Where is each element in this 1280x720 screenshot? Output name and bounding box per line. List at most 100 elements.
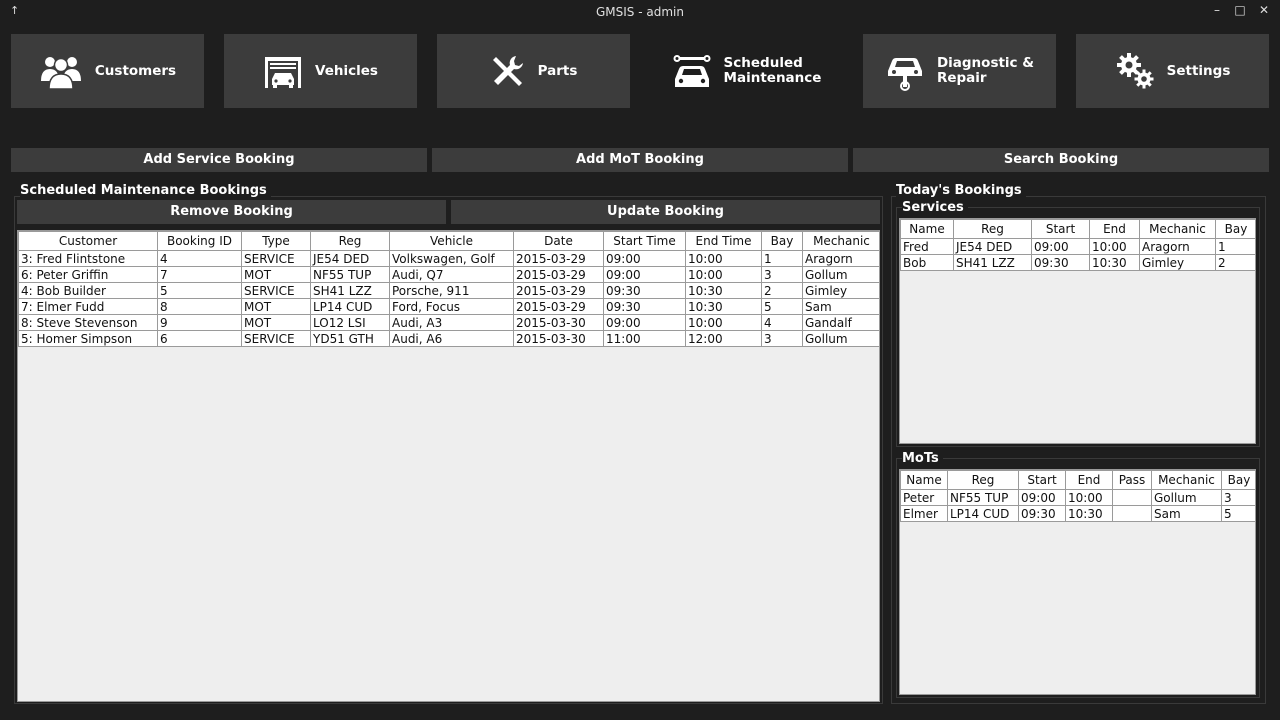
table-cell: Sam — [802, 298, 879, 315]
mots-table[interactable]: Name Reg Start End Pass Mechanic Bay Peter NF55… — [899, 469, 1256, 695]
table-cell: 2015-03-30 — [513, 330, 604, 347]
column-header[interactable]: Reg — [947, 470, 1019, 490]
nav-diagnostic-repair-button[interactable]: Diagnostic & Repair — [863, 34, 1056, 108]
nav-scheduled-maintenance-button[interactable]: Scheduled Maintenance — [650, 34, 843, 108]
column-header[interactable]: Reg — [953, 219, 1032, 239]
table-cell: Audi, Q7 — [389, 266, 514, 283]
table-cell: 7 — [157, 266, 242, 283]
table-cell: LO12 LSI — [310, 314, 390, 331]
column-header[interactable]: Mechanic — [802, 231, 879, 251]
table-row[interactable]: 7: Elmer Fudd 8 MOT LP14 CUD Ford, Focus 2015… — [18, 298, 879, 315]
table-cell: MOT — [241, 298, 311, 315]
bookings-table[interactable]: Customer Booking ID Type Reg Vehicle Date Star… — [17, 230, 880, 702]
table-cell: 5 — [1221, 505, 1255, 522]
update-booking-button[interactable]: Update Booking — [451, 200, 880, 224]
column-header[interactable]: Bay — [1215, 219, 1255, 239]
remove-booking-button[interactable]: Remove Booking — [17, 200, 446, 224]
table-cell: Gollum — [802, 266, 879, 283]
table-row[interactable]: Elmer LP14 CUD 09:30 10:30 Sam 5 — [900, 505, 1255, 522]
table-cell: 5: Homer Simpson — [18, 330, 158, 347]
column-header[interactable]: Start — [1018, 470, 1066, 490]
column-header[interactable]: Date — [513, 231, 604, 251]
column-header[interactable]: End — [1065, 470, 1113, 490]
table-row[interactable]: 6: Peter Griffin 7 MOT NF55 TUP Audi, Q7 2015… — [18, 266, 879, 283]
table-cell: Volkswagen, Golf — [389, 250, 514, 267]
table-cell: 10:00 — [1065, 489, 1113, 506]
column-header[interactable]: Booking ID — [157, 231, 242, 251]
column-header[interactable]: Customer — [18, 231, 158, 251]
table-cell: 09:00 — [1018, 489, 1066, 506]
table-cell: 10:30 — [1089, 254, 1140, 271]
column-header[interactable]: Name — [900, 470, 948, 490]
table-row[interactable]: 5: Homer Simpson 6 SERVICE YD51 GTH Audi, A6… — [18, 330, 879, 347]
table-cell: 10:00 — [685, 266, 762, 283]
table-cell: 6 — [157, 330, 242, 347]
nav-vehicles-button[interactable]: Vehicles — [224, 34, 417, 108]
table-row[interactable]: Peter NF55 TUP 09:00 10:00 Gollum 3 — [900, 489, 1255, 506]
table-row[interactable]: 3: Fred Flintstone 4 SERVICE JE54 DED Volksw… — [18, 250, 879, 267]
table-cell: Ford, Focus — [389, 298, 514, 315]
table-header-row: Name Reg Start End Pass Mechanic Bay — [900, 470, 1255, 490]
table-header-row: Name Reg Start End Mechanic Bay — [900, 219, 1255, 239]
nav-customers-button[interactable]: Customers — [11, 34, 204, 108]
table-cell — [1112, 489, 1152, 506]
services-table[interactable]: Name Reg Start End Mechanic Bay Fred JE54 DED 0… — [899, 218, 1256, 444]
column-header[interactable]: Start — [1031, 219, 1090, 239]
gears-icon — [1116, 53, 1154, 89]
minimize-icon[interactable]: – — [1210, 3, 1224, 17]
table-cell: 1 — [761, 250, 803, 267]
column-header[interactable]: End — [1089, 219, 1140, 239]
column-header[interactable]: Vehicle — [389, 231, 514, 251]
table-cell: 09:30 — [1031, 254, 1090, 271]
table-cell: 8 — [157, 298, 242, 315]
table-cell: LP14 CUD — [947, 505, 1019, 522]
table-cell: Gollum — [1151, 489, 1222, 506]
table-row[interactable]: 4: Bob Builder 5 SERVICE SH41 LZZ Porsche, 9… — [18, 282, 879, 299]
table-cell — [1112, 505, 1152, 522]
tools-icon — [492, 56, 523, 86]
table-cell: 09:30 — [603, 298, 686, 315]
table-cell: SERVICE — [241, 330, 311, 347]
garage-car-icon — [265, 57, 302, 88]
column-header[interactable]: Name — [900, 219, 954, 239]
table-cell: 2 — [1215, 254, 1255, 271]
add-mot-booking-button[interactable]: Add MoT Booking — [432, 148, 848, 172]
table-cell: 5 — [761, 298, 803, 315]
nav-customers-label: Customers — [94, 62, 177, 79]
column-header[interactable]: End Time — [685, 231, 762, 251]
table-cell: 7: Elmer Fudd — [18, 298, 158, 315]
search-booking-button[interactable]: Search Booking — [853, 148, 1269, 172]
close-icon[interactable]: ✕ — [1257, 3, 1271, 17]
window-title: GMSIS - admin — [596, 5, 684, 19]
table-cell: 3 — [761, 266, 803, 283]
table-row[interactable]: 8: Steve Stevenson 9 MOT LO12 LSI Audi, A3 20… — [18, 314, 879, 331]
table-cell: 10:00 — [1089, 238, 1140, 255]
maximize-icon[interactable]: □ — [1233, 3, 1247, 17]
bookings-panel-title: Scheduled Maintenance Bookings — [20, 183, 271, 198]
column-header[interactable]: Start Time — [603, 231, 686, 251]
column-header[interactable]: Bay — [761, 231, 803, 251]
users-icon — [40, 57, 81, 90]
table-row[interactable]: Bob SH41 LZZ 09:30 10:30 Gimley 2 — [900, 254, 1255, 271]
table-cell: 4 — [761, 314, 803, 331]
table-cell: 2015-03-29 — [513, 250, 604, 267]
table-row[interactable]: Fred JE54 DED 09:00 10:00 Aragorn 1 — [900, 238, 1255, 255]
column-header[interactable]: Mechanic — [1151, 470, 1222, 490]
column-header[interactable]: Bay — [1221, 470, 1255, 490]
column-header[interactable]: Mechanic — [1139, 219, 1216, 239]
nav-settings-button[interactable]: Settings — [1076, 34, 1269, 108]
table-cell: 09:30 — [603, 282, 686, 299]
nav-scheduled-maintenance-label: Scheduled Maintenance — [723, 55, 822, 86]
column-header[interactable]: Pass — [1112, 470, 1152, 490]
add-service-booking-button[interactable]: Add Service Booking — [11, 148, 427, 172]
nav-parts-button[interactable]: Parts — [437, 34, 630, 108]
table-cell: Aragorn — [1139, 238, 1216, 255]
column-header[interactable]: Reg — [310, 231, 390, 251]
table-cell: SERVICE — [241, 250, 311, 267]
table-cell: 11:00 — [603, 330, 686, 347]
table-cell: SH41 LZZ — [310, 282, 390, 299]
car-wrench-icon — [673, 55, 711, 87]
column-header[interactable]: Type — [241, 231, 311, 251]
table-cell: 09:30 — [1018, 505, 1066, 522]
table-cell: YD51 GTH — [310, 330, 390, 347]
